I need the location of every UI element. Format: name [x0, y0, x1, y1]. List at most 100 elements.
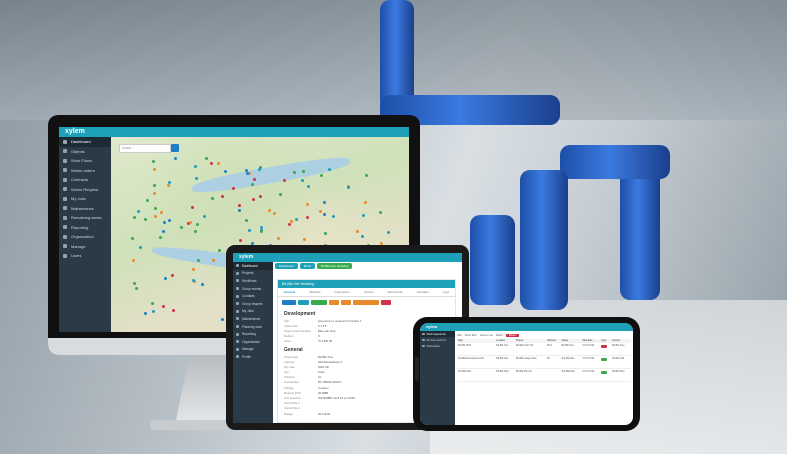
sidebar-item[interactable]: Workflows [233, 277, 273, 285]
tab-actions[interactable]: Actions [364, 290, 374, 294]
table-row[interactable]: Bit-Blik 2015 Bit-Blik Hoe Bit-Blik Nod 5:… [457, 343, 631, 356]
map-marker[interactable] [232, 187, 236, 191]
map-marker[interactable] [302, 238, 306, 242]
map-marker[interactable] [163, 221, 167, 225]
edit-button[interactable] [298, 300, 309, 305]
sidebar-item[interactable]: Works orders [59, 166, 111, 176]
map-marker[interactable] [289, 220, 293, 224]
sidebar-item[interactable]: Group events [233, 285, 273, 293]
map-marker[interactable] [153, 191, 157, 195]
map-marker[interactable] [327, 168, 331, 171]
map-marker[interactable] [355, 229, 359, 233]
map-marker[interactable] [160, 211, 164, 215]
sidebar-item[interactable]: Work Flows [59, 156, 111, 166]
map-marker[interactable] [379, 210, 383, 214]
map-marker[interactable] [257, 167, 261, 171]
export-button[interactable] [353, 300, 379, 305]
map-marker[interactable] [194, 177, 198, 181]
map-marker[interactable] [151, 302, 155, 305]
map-marker[interactable] [145, 199, 149, 203]
sidebar-item[interactable]: Workorders [420, 343, 455, 349]
map-marker[interactable] [191, 279, 195, 283]
map-marker[interactable] [154, 215, 158, 219]
map-marker[interactable] [190, 205, 194, 209]
map-marker[interactable] [260, 230, 264, 234]
map-marker[interactable] [166, 184, 170, 188]
tab-activities[interactable]: Activities [417, 290, 429, 294]
map-marker[interactable] [194, 165, 198, 169]
map-marker[interactable] [248, 229, 252, 233]
map-marker[interactable] [162, 230, 166, 234]
tab-inspections[interactable]: Inspections [335, 290, 350, 294]
map-marker[interactable] [192, 267, 196, 271]
map-marker[interactable] [323, 232, 327, 236]
map-marker[interactable] [258, 194, 262, 198]
map-marker[interactable] [201, 283, 205, 287]
map-marker[interactable] [135, 286, 139, 290]
map-marker[interactable] [301, 169, 305, 173]
map-marker[interactable] [268, 208, 272, 212]
map-marker[interactable] [180, 226, 184, 230]
map-marker[interactable] [245, 171, 249, 175]
table-row[interactable]: Rol-Blik Riet Klasse 4016 Bit-Blik Riet Bi… [457, 355, 631, 369]
map-marker[interactable] [171, 273, 175, 277]
map-marker[interactable] [167, 219, 171, 223]
sidebar-item[interactable]: Group request [233, 300, 273, 308]
map-marker[interactable] [305, 215, 309, 219]
map-marker[interactable] [162, 305, 166, 309]
sidebar-item[interactable]: Organization [233, 338, 273, 346]
map-marker[interactable] [221, 318, 225, 322]
map-marker[interactable] [365, 174, 369, 178]
map-marker[interactable] [322, 201, 326, 204]
sidebar-item[interactable]: Users [59, 251, 111, 261]
map-marker[interactable] [320, 174, 324, 178]
sidebar-item[interactable]: Planning work [233, 323, 273, 331]
save-button[interactable] [282, 300, 296, 305]
map-marker[interactable] [172, 308, 176, 312]
sidebar-item[interactable]: My Jobs [233, 308, 273, 316]
map-marker[interactable] [323, 212, 327, 216]
map-marker[interactable] [194, 230, 198, 234]
map-marker[interactable] [361, 213, 365, 217]
sidebar-item[interactable]: Remaining works [59, 213, 111, 223]
map-marker[interactable] [251, 198, 255, 202]
tab-modules[interactable]: Modules [309, 290, 320, 294]
map-marker[interactable] [196, 223, 200, 227]
map-marker[interactable] [132, 216, 136, 220]
map-marker[interactable] [159, 235, 163, 239]
sidebar-item[interactable]: Manage [59, 242, 111, 252]
map-marker[interactable] [245, 219, 249, 223]
map-marker[interactable] [131, 259, 135, 263]
toolbar-button[interactable]: Reset [505, 334, 519, 337]
map-marker[interactable] [360, 234, 364, 238]
map-marker[interactable] [218, 248, 222, 252]
sidebar-item[interactable]: Manage [233, 346, 273, 354]
search-input[interactable]: Zoek... [119, 144, 171, 153]
sidebar-item[interactable]: Projects [233, 270, 273, 278]
map-marker[interactable] [387, 230, 391, 234]
toolbar-button[interactable]: Add [457, 334, 462, 337]
map-marker[interactable] [239, 239, 243, 243]
map-marker[interactable] [153, 207, 157, 211]
map-marker[interactable] [346, 186, 350, 190]
breadcrumb-item[interactable]: Dashboard [275, 263, 298, 269]
breadcrumb-item[interactable]: Mesh [299, 263, 316, 269]
breadcrumb-item[interactable]: Bit-Blik Het Vertaling [317, 263, 353, 269]
map-marker[interactable] [202, 215, 206, 219]
map-marker[interactable] [220, 195, 224, 199]
map-marker[interactable] [252, 177, 256, 181]
sidebar-item[interactable]: Reporting [59, 223, 111, 233]
map-marker[interactable] [319, 209, 323, 213]
map-marker[interactable] [331, 215, 335, 219]
map-marker[interactable] [300, 179, 304, 183]
map-marker[interactable] [224, 169, 228, 173]
sidebar-item[interactable]: Maintenance [233, 315, 273, 323]
map-marker[interactable] [151, 309, 155, 313]
map-marker[interactable] [216, 161, 220, 165]
sidebar-item[interactable]: Reporting [233, 330, 273, 338]
map-marker[interactable] [238, 208, 242, 212]
map-marker[interactable] [211, 258, 215, 262]
toolbar-button[interactable]: Show filter [465, 334, 477, 337]
table-row[interactable]: Rol-Blik Plan Bit-Blik Plan Bit-Blik Plan-… [457, 368, 631, 382]
map-marker[interactable] [283, 178, 287, 182]
